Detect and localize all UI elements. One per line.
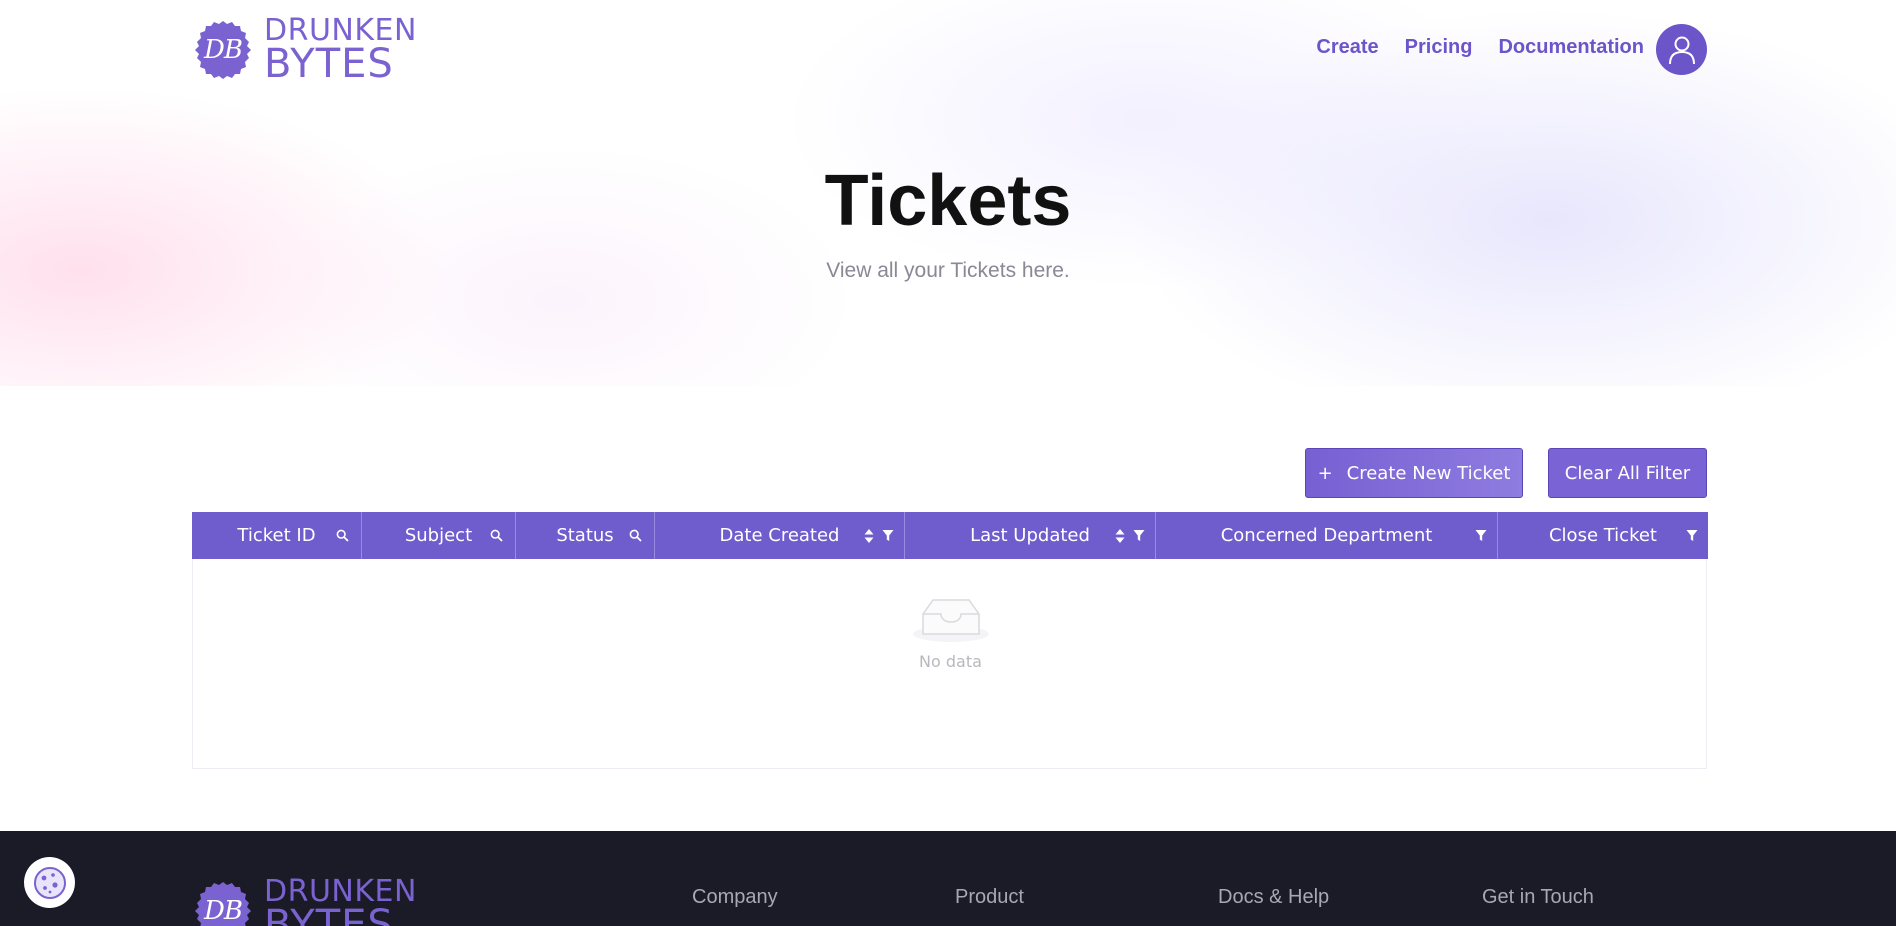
create-new-ticket-label: Create New Ticket [1346, 462, 1511, 484]
logo-badge: DB [192, 19, 254, 81]
nav-link-create[interactable]: Create [1316, 36, 1378, 59]
logo-word-bottom: BYTES [264, 902, 394, 926]
hero-section: DB DRUNKEN BYTES Create Pricing Document… [0, 0, 1896, 386]
page-subtitle: View all your Tickets here. [826, 259, 1070, 282]
filter-icon[interactable] [882, 529, 894, 542]
footer-logo[interactable]: DB DRUNKEN BYTES [192, 877, 416, 926]
user-icon [1668, 36, 1695, 64]
sort-icon[interactable] [864, 528, 874, 544]
table-header: Ticket ID Subject Status Date Created La… [192, 512, 1708, 559]
column-label: Subject [404, 525, 473, 546]
empty-text: No data [919, 652, 982, 671]
user-avatar-button[interactable] [1656, 24, 1707, 75]
column-concerned-department: Concerned Department [1156, 512, 1498, 559]
filter-icon[interactable] [1133, 529, 1145, 542]
empty-state: No data [193, 592, 1708, 671]
nav-link-documentation[interactable]: Documentation [1498, 36, 1644, 59]
brand-logo[interactable]: DB DRUNKEN BYTES [192, 16, 416, 84]
column-label: Date Created [719, 525, 840, 546]
create-new-ticket-button[interactable]: + Create New Ticket [1305, 448, 1523, 498]
inbox-icon [912, 599, 989, 642]
page: DB DRUNKEN BYTES Create Pricing Document… [0, 0, 1896, 926]
search-icon[interactable] [490, 529, 503, 542]
column-label: Status [556, 525, 614, 546]
tickets-table: Ticket ID Subject Status Date Created La… [192, 512, 1708, 769]
column-status: Status [516, 512, 655, 559]
column-label: Concerned Department [1220, 525, 1433, 546]
logo-wordmark: DRUNKEN BYTES [264, 16, 417, 87]
logo-badge-text: DB [204, 35, 243, 65]
top-nav: Create Pricing Documentation [1316, 36, 1644, 59]
logo-badge-text: DB [204, 896, 243, 926]
column-date-created: Date Created [655, 512, 905, 559]
footer-heading-company: Company [692, 886, 778, 908]
search-icon[interactable] [336, 529, 349, 542]
footer-heading-get-in-touch: Get in Touch [1482, 886, 1594, 908]
cookie-settings-button[interactable] [24, 857, 75, 908]
logo-wordmark: DRUNKEN BYTES [264, 877, 417, 926]
footer-heading-product: Product [955, 886, 1024, 908]
cookie-icon [33, 866, 66, 899]
column-label: Close Ticket [1548, 525, 1657, 546]
plus-icon: + [1317, 462, 1333, 484]
logo-badge: DB [192, 880, 254, 926]
sort-icon[interactable] [1115, 528, 1125, 544]
column-label: Ticket ID [237, 525, 316, 546]
logo-word-bottom: BYTES [264, 41, 394, 87]
nav-link-pricing[interactable]: Pricing [1405, 36, 1473, 59]
filter-icon[interactable] [1475, 529, 1487, 542]
column-ticket-id: Ticket ID [192, 512, 362, 559]
page-title: Tickets [824, 161, 1072, 241]
filter-icon[interactable] [1686, 529, 1698, 542]
column-close-ticket: Close Ticket [1498, 512, 1708, 559]
search-icon[interactable] [629, 529, 642, 542]
column-subject: Subject [362, 512, 516, 559]
footer: DB DRUNKEN BYTES Company Product Docs & … [0, 831, 1896, 926]
footer-heading-docs-help: Docs & Help [1218, 886, 1330, 908]
column-last-updated: Last Updated [905, 512, 1156, 559]
column-label: Last Updated [970, 525, 1090, 546]
clear-all-filter-button[interactable]: Clear All Filter [1548, 448, 1707, 498]
